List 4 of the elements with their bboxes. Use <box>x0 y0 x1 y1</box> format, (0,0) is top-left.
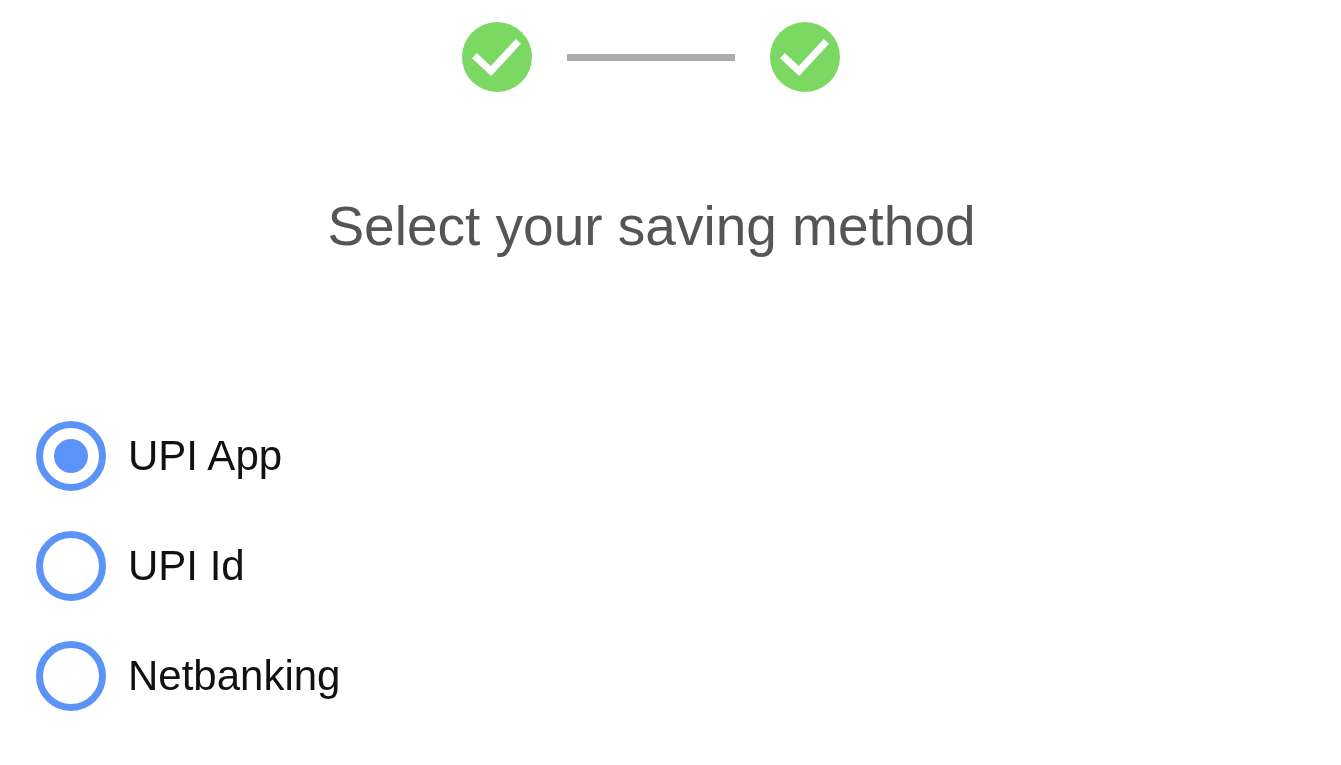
page-title: Select your saving method <box>327 194 976 258</box>
radio-label[interactable]: Netbanking <box>128 651 341 701</box>
radio-label[interactable]: UPI Id <box>128 541 245 591</box>
radio-label[interactable]: UPI App <box>128 431 283 481</box>
